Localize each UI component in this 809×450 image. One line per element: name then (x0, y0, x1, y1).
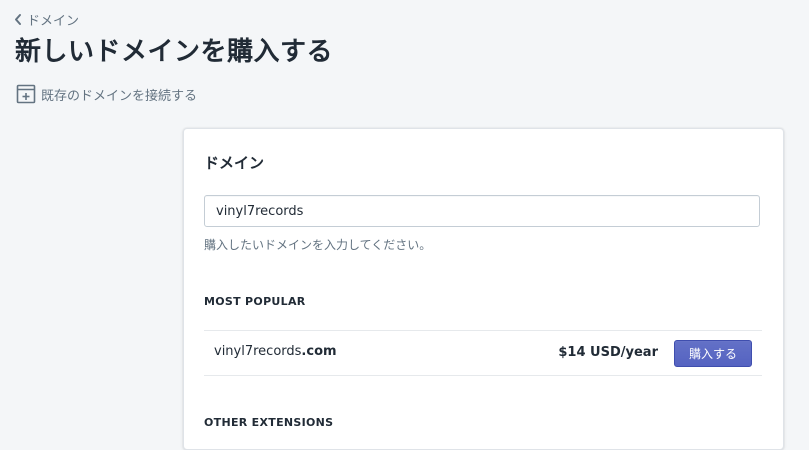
connect-existing-label: 既存のドメインを接続する (41, 88, 198, 104)
breadcrumb[interactable]: ドメイン (13, 10, 79, 29)
domain-result-price: $14 USD/year (558, 345, 658, 360)
buy-domain-button[interactable]: 購入する (674, 340, 752, 367)
domain-search-input[interactable] (204, 195, 760, 227)
chevron-left-icon (13, 13, 23, 26)
domain-result-name: vinyl7records.com (214, 344, 337, 359)
card-title: ドメイン (204, 154, 265, 172)
add-window-icon (16, 84, 36, 104)
most-popular-heading: MOST POPULAR (204, 295, 306, 308)
domain-result-row: vinyl7records.com $14 USD/year 購入する (204, 330, 762, 376)
domain-result-base: vinyl7records (214, 344, 302, 359)
domain-card: ドメイン 購入したいドメインを入力してください。 MOST POPULAR vi… (183, 128, 784, 450)
breadcrumb-label: ドメイン (27, 14, 80, 29)
page-title: 新しいドメインを購入する (15, 37, 334, 67)
domain-result-extension: .com (301, 344, 337, 359)
connect-existing-domain-link[interactable]: 既存のドメインを接続する (16, 84, 197, 104)
domain-help-text: 購入したいドメインを入力してください。 (204, 238, 432, 252)
other-extensions-heading: OTHER EXTENSIONS (204, 416, 334, 429)
